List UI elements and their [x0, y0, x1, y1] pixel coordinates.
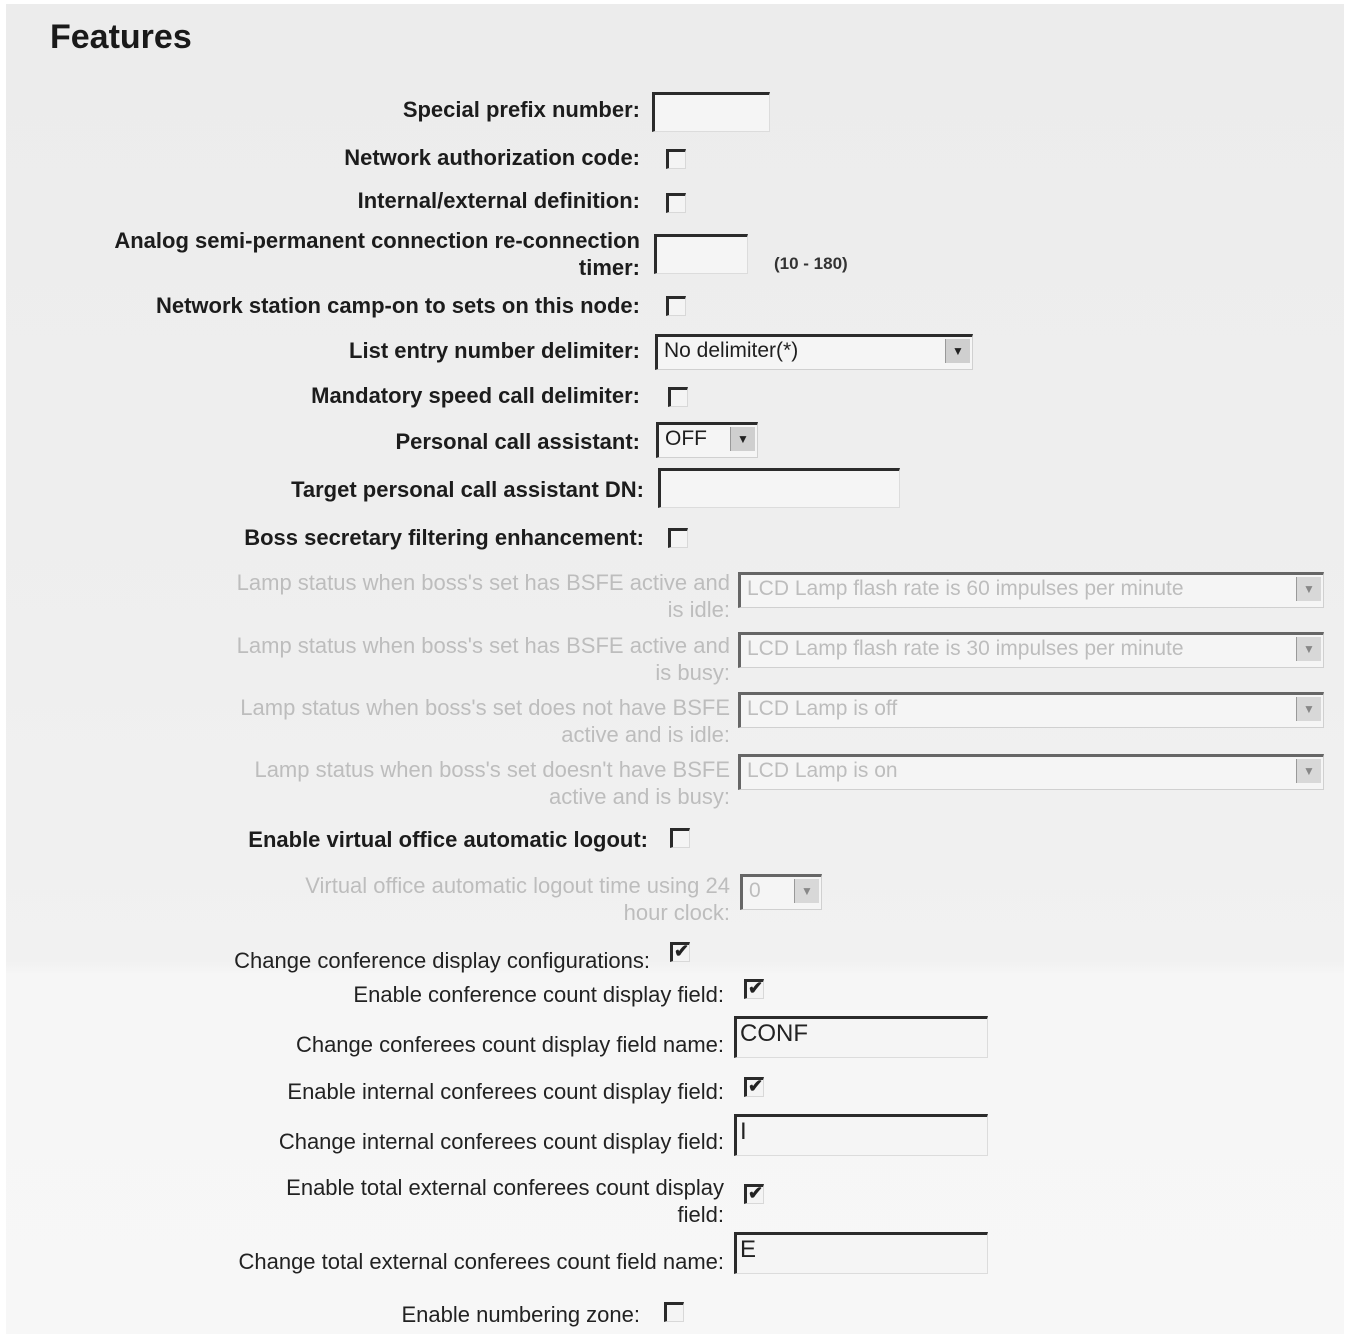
- virtual-logout-time-select[interactable]: 0 ▼: [740, 874, 822, 910]
- external-conferees-name-input[interactable]: E: [734, 1232, 988, 1274]
- chevron-down-icon[interactable]: ▼: [945, 339, 970, 363]
- external-conferees-enable-label: Enable total external conferees count di…: [286, 1175, 724, 1227]
- chevron-down-icon[interactable]: ▼: [1296, 637, 1321, 661]
- conf-count-display-checkbox[interactable]: ✔: [744, 979, 764, 999]
- external-conferees-enable-checkbox[interactable]: ✔: [744, 1184, 764, 1204]
- special-prefix-input[interactable]: [652, 92, 770, 132]
- internal-conferees-field-label: Change internal conferees count display …: [278, 1129, 724, 1154]
- conf-display-config-checkbox[interactable]: ✔: [670, 942, 690, 962]
- chevron-down-icon[interactable]: ▼: [1296, 577, 1321, 601]
- lamp-nobsfe-idle-select[interactable]: LCD Lamp is off ▼: [738, 692, 1324, 728]
- conf-count-display-label: Enable conference count display field:: [353, 982, 724, 1007]
- conferees-name-label: Change conferees count display field nam…: [295, 1032, 724, 1057]
- analog-timer-range: (10 - 180): [774, 254, 848, 273]
- network-auth-label: Network authorization code:: [344, 145, 640, 170]
- check-mark-icon: ✔: [674, 941, 690, 961]
- virtual-logout-label: Enable virtual office automatic logout:: [248, 827, 648, 852]
- camp-on-label: Network station camp-on to sets on this …: [155, 293, 640, 318]
- mandatory-speed-checkbox[interactable]: [668, 387, 688, 407]
- list-delimiter-label: List entry number delimiter:: [349, 338, 640, 363]
- personal-assistant-select[interactable]: OFF ▼: [656, 422, 758, 458]
- analog-timer-label: Analog semi-permanent connection re-conn…: [114, 228, 640, 280]
- numbering-zone-label: Enable numbering zone:: [401, 1302, 641, 1327]
- internal-conferees-field-input[interactable]: I: [734, 1114, 988, 1156]
- internal-external-checkbox[interactable]: [666, 193, 686, 213]
- lamp-nobsfe-idle-label: Lamp status when boss's set does not hav…: [240, 695, 730, 747]
- check-mark-icon: ✔: [748, 1183, 764, 1203]
- target-pca-label: Target personal call assistant DN:: [291, 477, 644, 502]
- conferees-name-input[interactable]: CONF: [734, 1016, 988, 1058]
- boss-secretary-checkbox[interactable]: [668, 528, 688, 548]
- analog-timer-input[interactable]: [654, 234, 748, 274]
- list-delimiter-select[interactable]: No delimiter(*) ▼: [655, 334, 973, 370]
- lamp-bsfe-busy-select[interactable]: LCD Lamp flash rate is 30 impulses per m…: [738, 632, 1324, 668]
- special-prefix-label: Special prefix number:: [402, 97, 640, 122]
- check-mark-icon: ✔: [748, 978, 764, 998]
- chevron-down-icon[interactable]: ▼: [1296, 759, 1321, 783]
- camp-on-checkbox[interactable]: [666, 296, 686, 316]
- numbering-zone-checkbox[interactable]: [664, 1302, 684, 1322]
- features-panel: Features Special prefix number: Network …: [6, 4, 1344, 1334]
- virtual-logout-checkbox[interactable]: [670, 828, 690, 848]
- check-mark-icon: ✔: [748, 1076, 764, 1096]
- internal-conferees-enable-checkbox[interactable]: ✔: [744, 1077, 764, 1097]
- virtual-logout-time-label: Virtual office automatic logout time usi…: [305, 873, 730, 925]
- chevron-down-icon[interactable]: ▼: [1296, 697, 1321, 721]
- boss-secretary-label: Boss secretary filtering enhancement:: [244, 525, 644, 550]
- lamp-nobsfe-busy-label: Lamp status when boss's set doesn't have…: [254, 757, 730, 809]
- lamp-bsfe-idle-select[interactable]: LCD Lamp flash rate is 60 impulses per m…: [738, 572, 1324, 608]
- internal-external-label: Internal/external definition:: [357, 188, 640, 213]
- lamp-nobsfe-busy-select[interactable]: LCD Lamp is on ▼: [738, 754, 1324, 790]
- chevron-down-icon[interactable]: ▼: [794, 879, 819, 903]
- personal-assistant-label: Personal call assistant:: [395, 429, 640, 454]
- target-pca-input[interactable]: [658, 468, 900, 508]
- page-title: Features: [50, 18, 192, 56]
- lamp-bsfe-idle-label: Lamp status when boss's set has BSFE act…: [236, 570, 730, 622]
- conf-display-config-label: Change conference display configurations…: [234, 948, 650, 973]
- lamp-bsfe-busy-label: Lamp status when boss's set has BSFE act…: [236, 633, 730, 685]
- external-conferees-name-label: Change total external conferees count fi…: [238, 1249, 724, 1274]
- chevron-down-icon[interactable]: ▼: [730, 427, 755, 451]
- network-auth-checkbox[interactable]: [666, 149, 686, 169]
- internal-conferees-enable-label: Enable internal conferees count display …: [287, 1079, 724, 1104]
- mandatory-speed-label: Mandatory speed call delimiter:: [311, 383, 640, 408]
